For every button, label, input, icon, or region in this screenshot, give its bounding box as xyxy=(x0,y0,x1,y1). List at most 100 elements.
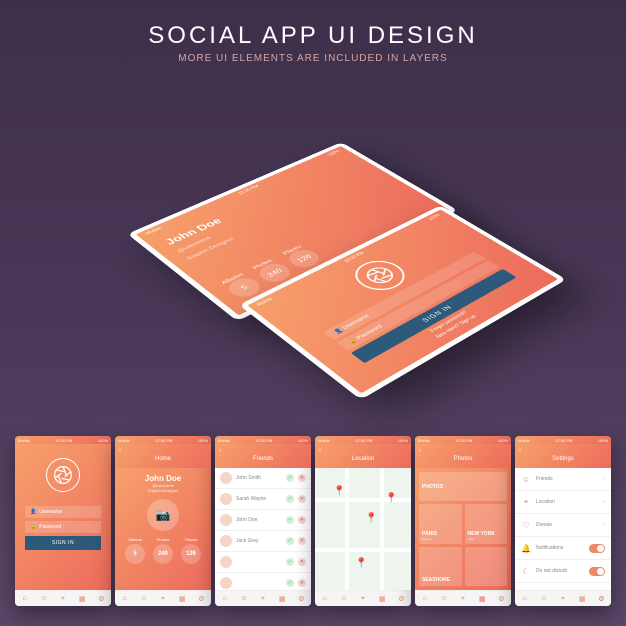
profile-role: Graphic Designer xyxy=(121,488,205,493)
location-icon: ⌖ xyxy=(521,497,531,507)
settings-row-notifications[interactable]: 🔔Notifications xyxy=(515,537,611,560)
nav-photos-icon[interactable]: ▦ xyxy=(177,594,187,604)
avatar-icon xyxy=(220,472,232,484)
back-icon[interactable]: ‹ xyxy=(419,448,421,454)
nav-settings-icon[interactable]: ⚙ xyxy=(96,594,106,604)
nav-location-icon[interactable]: ⌖ xyxy=(358,594,368,604)
friend-row[interactable]: John Doe✓✕ xyxy=(215,510,311,531)
friend-row[interactable]: Jack Grey✓✕ xyxy=(215,531,311,552)
map-view[interactable]: 📍 📍 📍 📍 xyxy=(315,468,411,590)
nav-friends-icon[interactable]: ☺ xyxy=(539,594,549,604)
screens-row: Mobile12:00 PM100% 👤 Username 🔒 Password… xyxy=(0,436,626,606)
nav-settings-icon[interactable]: ⚙ xyxy=(596,594,606,604)
back-icon[interactable]: ‹ xyxy=(319,448,321,454)
nav-home-icon[interactable]: ⌂ xyxy=(20,594,30,604)
bottom-nav: ⌂ ☺ ⌖ ▦ ⚙ xyxy=(315,590,411,606)
username-input[interactable]: 👤 Username xyxy=(25,506,101,518)
nav-location-icon[interactable]: ⌖ xyxy=(558,594,568,604)
nav-settings-icon[interactable]: ⚙ xyxy=(296,594,306,604)
profile-stats: Albums5 Photos240 Places126 xyxy=(121,537,205,566)
nav-location-icon[interactable]: ⌖ xyxy=(258,594,268,604)
accept-icon[interactable]: ✓ xyxy=(286,537,294,545)
nav-photos-icon[interactable]: ▦ xyxy=(477,594,487,604)
photo-tile[interactable]: SEASHORE xyxy=(419,547,462,586)
decline-icon[interactable]: ✕ xyxy=(298,579,306,587)
nav-photos-icon[interactable]: ▦ xyxy=(377,594,387,604)
friend-row[interactable]: ✓✕ xyxy=(215,552,311,573)
decline-icon[interactable]: ✕ xyxy=(298,495,306,503)
accept-icon[interactable]: ✓ xyxy=(286,495,294,503)
nav-friends-icon[interactable]: ☺ xyxy=(39,594,49,604)
decline-icon[interactable]: ✕ xyxy=(298,516,306,524)
nav-settings-icon[interactable]: ⚙ xyxy=(196,594,206,604)
profile-name: John Doe xyxy=(121,474,205,483)
nav-location-icon[interactable]: ⌖ xyxy=(158,594,168,604)
photo-tile[interactable]: PHOTOS xyxy=(419,472,507,501)
screen-title: Friends xyxy=(253,456,273,462)
settings-list: ☺Friends› ⌖Location› ♡Donate› 🔔Notificat… xyxy=(515,468,611,590)
accept-icon[interactable]: ✓ xyxy=(286,474,294,482)
screen-title: Settings xyxy=(552,456,574,462)
settings-row-friends[interactable]: ☺Friends› xyxy=(515,468,611,491)
accept-icon[interactable]: ✓ xyxy=(286,516,294,524)
decline-icon[interactable]: ✕ xyxy=(298,474,306,482)
nav-home-icon[interactable]: ⌂ xyxy=(420,594,430,604)
nav-friends-icon[interactable]: ☺ xyxy=(339,594,349,604)
password-input[interactable]: 🔒 Password xyxy=(25,521,101,533)
photo-tile[interactable]: PARISFrance xyxy=(419,504,462,543)
nav-settings-icon[interactable]: ⚙ xyxy=(396,594,406,604)
map-pin-icon[interactable]: 📍 xyxy=(385,493,395,503)
decline-icon[interactable]: ✕ xyxy=(298,537,306,545)
nav-photos-icon[interactable]: ▦ xyxy=(577,594,587,604)
friend-row[interactable]: John Smith✓✕ xyxy=(215,468,311,489)
decline-icon[interactable]: ✕ xyxy=(298,558,306,566)
nav-friends-icon[interactable]: ☺ xyxy=(139,594,149,604)
signin-button[interactable]: SIGN IN xyxy=(25,536,101,550)
status-bar: Mobile12:00 PM100% xyxy=(215,436,311,444)
accept-icon[interactable]: ✓ xyxy=(286,558,294,566)
nav-home-icon[interactable]: ⌂ xyxy=(120,594,130,604)
avatar-icon xyxy=(220,556,232,568)
back-icon[interactable]: ‹ xyxy=(219,448,221,454)
screen-title: Location xyxy=(352,456,375,462)
nav-location-icon[interactable]: ⌖ xyxy=(458,594,468,604)
photo-tile[interactable]: NEW YORKUSA xyxy=(465,504,508,543)
photo-tile[interactable] xyxy=(465,547,508,586)
back-icon[interactable]: ‹ xyxy=(519,448,521,454)
screen-login: Mobile12:00 PM100% 👤 Username 🔒 Password… xyxy=(15,436,111,606)
friend-row[interactable]: ✓✕ xyxy=(215,573,311,590)
camera-icon[interactable]: 📷 xyxy=(147,499,179,531)
map-pin-icon[interactable]: 📍 xyxy=(355,558,365,568)
back-icon[interactable]: ‹ xyxy=(119,448,121,454)
friends-list: John Smith✓✕ Sarah Wayne✓✕ John Doe✓✕ Ja… xyxy=(215,468,311,590)
screen-header: ‹ Location xyxy=(315,444,411,468)
screen-friends: Mobile12:00 PM100% ‹Friends John Smith✓✕… xyxy=(215,436,311,606)
carrier-label: Mobile xyxy=(256,297,274,307)
accept-icon[interactable]: ✓ xyxy=(286,579,294,587)
toggle-switch[interactable] xyxy=(589,544,605,553)
screen-photos: Mobile12:00 PM100% ‹Photos PHOTOS PARISF… xyxy=(415,436,511,606)
stat-places[interactable]: Places126 xyxy=(181,537,201,566)
stat-albums[interactable]: Albums5 xyxy=(125,537,145,566)
status-bar: Mobile12:00 PM100% xyxy=(15,436,111,444)
nav-home-icon[interactable]: ⌂ xyxy=(220,594,230,604)
nav-location-icon[interactable]: ⌖ xyxy=(58,594,68,604)
friend-row[interactable]: Sarah Wayne✓✕ xyxy=(215,489,311,510)
stat-photos[interactable]: Photos240 xyxy=(153,537,173,566)
nav-home-icon[interactable]: ⌂ xyxy=(320,594,330,604)
nav-photos-icon[interactable]: ▦ xyxy=(277,594,287,604)
map-pin-icon[interactable]: 📍 xyxy=(365,513,375,523)
map-pin-icon[interactable]: 📍 xyxy=(333,486,343,496)
toggle-switch[interactable] xyxy=(589,567,605,576)
nav-home-icon[interactable]: ⌂ xyxy=(520,594,530,604)
nav-friends-icon[interactable]: ☺ xyxy=(439,594,449,604)
nav-friends-icon[interactable]: ☺ xyxy=(239,594,249,604)
settings-row-location[interactable]: ⌖Location› xyxy=(515,491,611,514)
status-bar: Mobile12:00 PM100% xyxy=(415,436,511,444)
nav-settings-icon[interactable]: ⚙ xyxy=(496,594,506,604)
settings-row-donate[interactable]: ♡Donate› xyxy=(515,514,611,537)
friends-icon: ☺ xyxy=(521,474,531,484)
nav-photos-icon[interactable]: ▦ xyxy=(77,594,87,604)
profile-role: Graphic Designer xyxy=(186,237,236,261)
settings-row-dnd[interactable]: ☾Do not disturb xyxy=(515,560,611,583)
